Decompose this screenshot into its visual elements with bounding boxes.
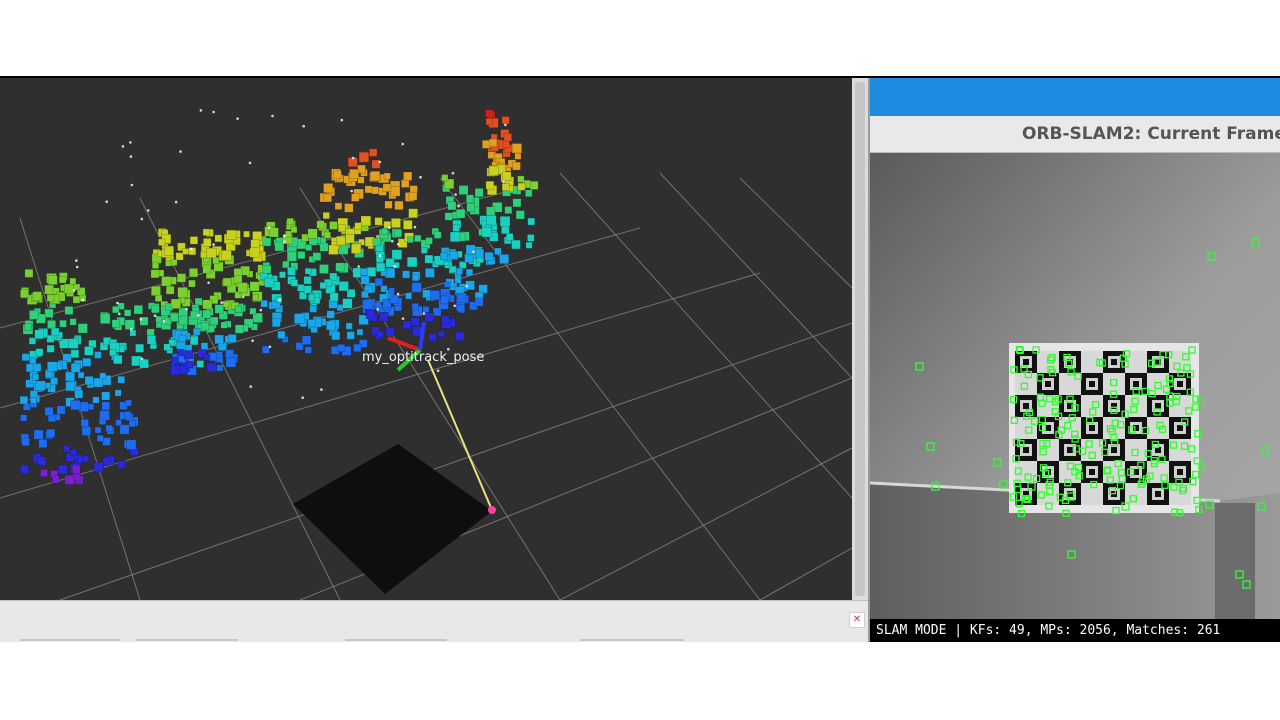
slam-status-bar: SLAM MODE | KFs: 49, MPs: 2056, Matches:… [870, 619, 1280, 642]
letterbox-bottom [0, 642, 1280, 720]
panel-separator [580, 639, 684, 641]
pose-label: my_optitrack_pose [362, 350, 485, 365]
window-title-bar[interactable]: ORB-SLAM2: Current Frame [870, 116, 1280, 153]
letterbox-top [0, 0, 1280, 76]
camera-frame [870, 153, 1280, 619]
close-icon[interactable]: ✕ [849, 612, 865, 628]
viewport-scene [0, 109, 852, 600]
desktop-blue-strip [870, 78, 1280, 116]
rviz-3d-viewport[interactable]: my_optitrack_pose [0, 78, 852, 600]
panel-separator [345, 639, 447, 641]
scrollbar-thumb[interactable] [855, 82, 865, 596]
panel-separator [20, 639, 120, 641]
pose-origin-marker [488, 506, 496, 514]
window-title: ORB-SLAM2: Current Frame [1022, 124, 1280, 144]
octomap-voxels [19, 109, 539, 485]
robot-footprint [293, 444, 492, 594]
rviz-bottom-panel [0, 600, 868, 643]
orb-slam-window: ORB-SLAM2: Current Frame SLAM MODE | KFs… [870, 78, 1280, 642]
vertical-scrollbar[interactable] [852, 78, 868, 600]
side-object [1215, 503, 1255, 619]
camera-image [870, 153, 1280, 619]
panel-separator [136, 639, 238, 641]
